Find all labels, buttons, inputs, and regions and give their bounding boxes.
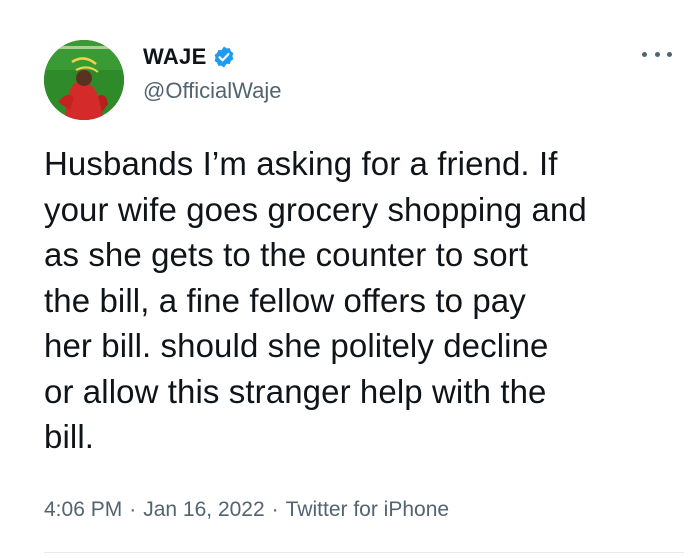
more-dot [642, 51, 647, 57]
tweet-card: WAJE @OfficialWaje Husbands I’m asking f… [0, 0, 696, 558]
name-block: WAJE @OfficialWaje [143, 44, 281, 104]
user-handle[interactable]: @OfficialWaje [143, 78, 281, 104]
tweet-meta: 4:06 PM · Jan 16, 2022 · Twitter for iPh… [44, 498, 449, 522]
tweet-source[interactable]: Twitter for iPhone [286, 498, 449, 522]
display-name[interactable]: WAJE [143, 44, 207, 70]
meta-separator: · [129, 498, 137, 521]
avatar-image [44, 40, 124, 120]
meta-separator: · [271, 498, 279, 521]
verified-badge-icon [212, 45, 236, 69]
more-dot [667, 51, 672, 57]
name-row: WAJE [143, 44, 281, 70]
tweet-date[interactable]: Jan 16, 2022 [143, 498, 264, 522]
avatar[interactable] [44, 40, 124, 120]
tweet-header: WAJE @OfficialWaje [44, 40, 684, 120]
more-dot [654, 51, 660, 57]
tweet-time[interactable]: 4:06 PM [44, 498, 122, 522]
divider [44, 552, 684, 553]
tweet-text: Husbands I’m asking for a friend. If you… [44, 145, 587, 455]
more-options-icon[interactable] [642, 44, 672, 64]
